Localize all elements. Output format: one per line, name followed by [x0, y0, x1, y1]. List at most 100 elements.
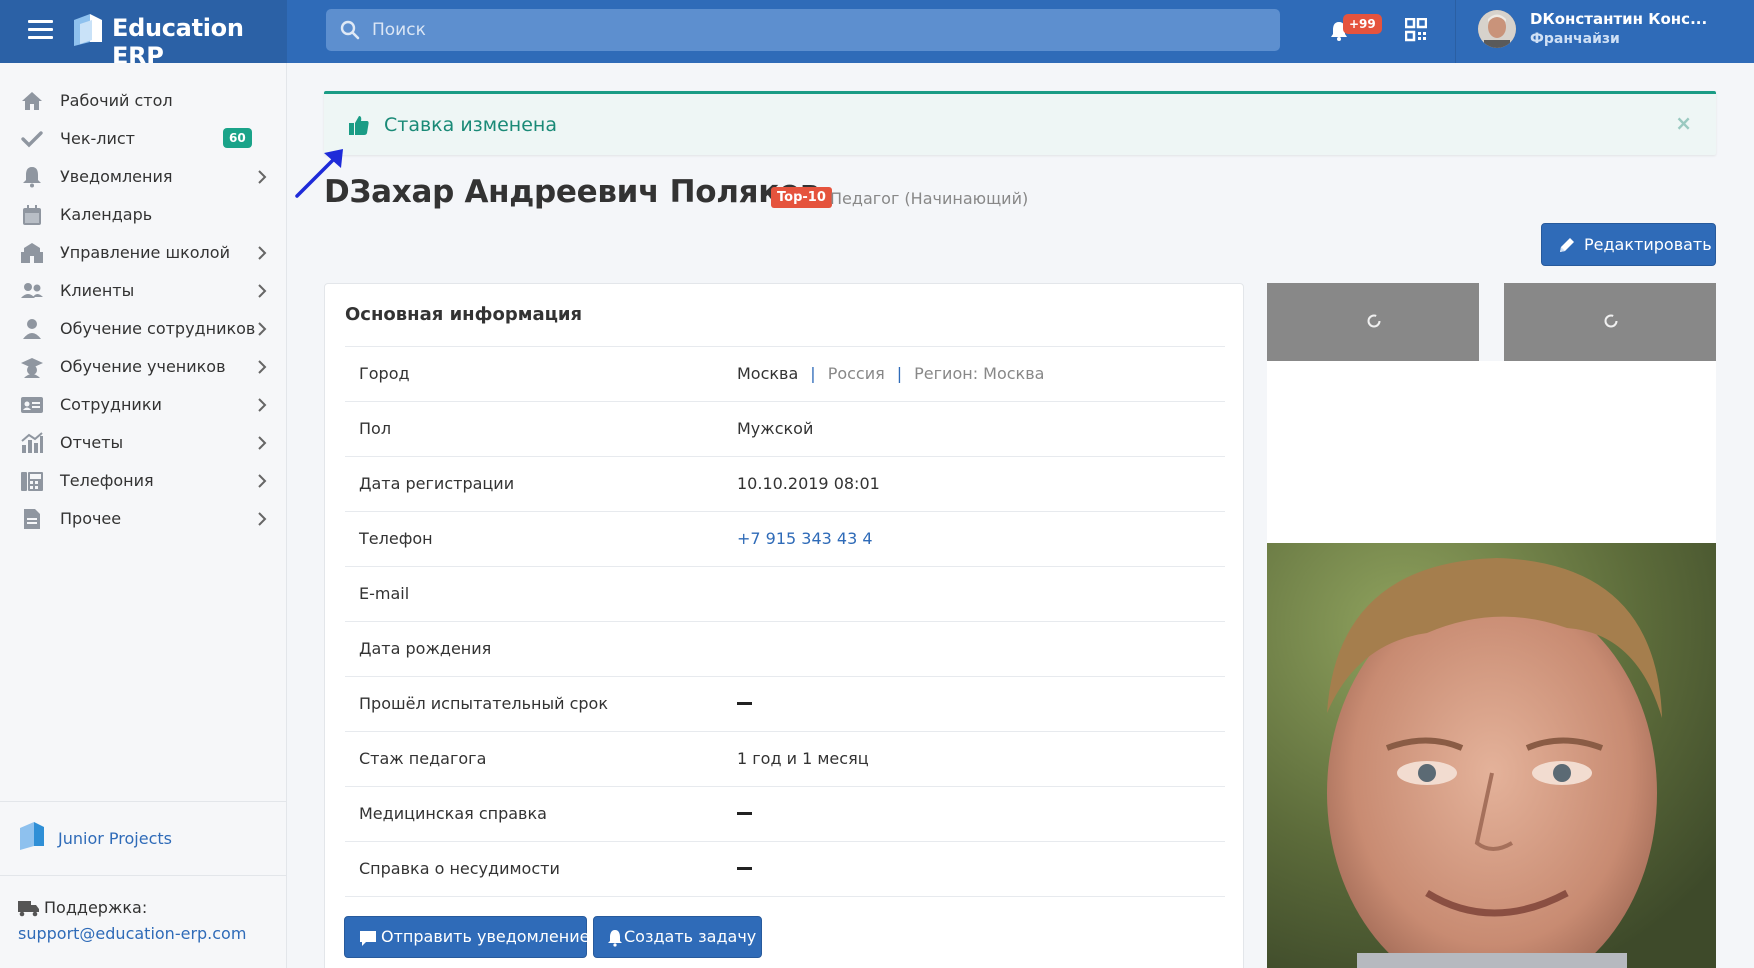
row-value: 1 год и 1 месяц: [737, 749, 869, 768]
info-row-gender: Пол Мужской: [345, 402, 1225, 457]
user-icon: [23, 319, 41, 339]
image-placeholder: [1267, 361, 1716, 543]
chevron-right-icon: [258, 322, 267, 336]
profile-photo-image: [1267, 543, 1716, 968]
qr-code-icon[interactable]: [1405, 18, 1427, 42]
sidebar-item-label: Телефония: [60, 471, 154, 490]
sidebar-item-telephony[interactable]: Телефония: [0, 462, 287, 500]
create-task-button[interactable]: Создать задачу: [593, 916, 762, 958]
thumbs-up-icon: [349, 116, 369, 135]
chevron-right-icon: [258, 246, 267, 260]
sidebar-item-calendar[interactable]: Календарь: [0, 196, 287, 234]
user-name[interactable]: DКонстантин Конс...: [1530, 10, 1707, 28]
sidebar-item-notifications[interactable]: Уведомления: [0, 158, 287, 196]
sidebar-item-clients[interactable]: Клиенты: [0, 272, 287, 310]
notifications-count-badge[interactable]: +99: [1343, 14, 1382, 34]
home-icon: [22, 92, 42, 110]
separator: |: [810, 364, 816, 383]
info-row-city: Город Москва | Россия | Регион: Москва: [345, 347, 1225, 402]
sidebar-item-label: Календарь: [60, 205, 153, 224]
dash-icon: [737, 867, 752, 870]
send-notification-label: Отправить уведомление: [381, 927, 590, 946]
user-role: Франчайзи: [1530, 31, 1620, 47]
check-icon: [21, 131, 43, 148]
dash-icon: [737, 812, 752, 815]
profile-photo: [1267, 543, 1716, 968]
sidebar-item-dashboard[interactable]: Рабочий стол: [0, 82, 287, 120]
alert-message: Ставка изменена: [384, 114, 557, 136]
row-label: Город: [359, 364, 410, 383]
edit-button[interactable]: Редактировать: [1541, 223, 1716, 266]
card-title: Основная информация: [345, 304, 583, 325]
info-row-probation: Прошёл испытательный срок: [345, 677, 1225, 732]
junior-projects-link[interactable]: Junior Projects: [58, 829, 172, 848]
sidebar-item-label: Чек-лист: [60, 129, 135, 148]
hamburger-menu-icon[interactable]: [28, 20, 53, 40]
chevron-right-icon: [258, 512, 267, 526]
sidebar-item-checklist[interactable]: Чек-лист 60: [0, 120, 287, 158]
sidebar-item-school-management[interactable]: Управление школой: [0, 234, 287, 272]
row-label: Медицинская справка: [359, 804, 547, 823]
chevron-right-icon: [258, 170, 267, 184]
person-role: Педагог (Начинающий): [830, 189, 1029, 208]
row-value: Мужской: [737, 419, 814, 438]
sidebar-item-label: Управление школой: [60, 243, 230, 262]
sidebar-item-other[interactable]: Прочее: [0, 500, 287, 538]
search-icon: [340, 20, 360, 40]
rank-badge: Top-10: [771, 187, 832, 208]
success-alert: Ставка изменена ×: [324, 91, 1716, 155]
row-label: Справка о несудимости: [359, 859, 560, 878]
truck-icon: [18, 901, 39, 917]
brand-area: Education ERP: [0, 0, 287, 70]
sidebar-item-label: Отчеты: [60, 433, 124, 452]
sidebar-item-reports[interactable]: Отчеты: [0, 424, 287, 462]
info-row-criminal-record: Справка о несудимости: [345, 842, 1225, 897]
row-value-empty: [737, 694, 752, 713]
user-avatar-image: [1478, 10, 1516, 48]
user-avatar[interactable]: [1478, 10, 1516, 48]
info-row-phone: Телефон +7 915 343 43 4: [345, 512, 1225, 567]
sidebar-item-label: Прочее: [60, 509, 122, 528]
row-label: Прошёл испытательный срок: [359, 694, 608, 713]
file-icon: [24, 509, 40, 529]
sidebar-item-staff-training[interactable]: Обучение сотрудников: [0, 310, 287, 348]
sidebar-item-label: Уведомления: [60, 167, 173, 186]
info-row-medical-certificate: Медицинская справка: [345, 787, 1225, 842]
checklist-count-badge: 60: [223, 128, 252, 148]
support-title: Поддержка:: [44, 898, 148, 917]
basic-info-card: Основная информация Город Москва | Россия |…: [324, 283, 1244, 968]
support-email-link[interactable]: support@education-erp.com: [18, 924, 246, 943]
row-label: Дата рождения: [359, 639, 492, 658]
comment-icon: [360, 931, 376, 946]
image-thumbnail-loading[interactable]: [1267, 283, 1479, 361]
send-notification-button[interactable]: Отправить уведомление: [344, 916, 590, 958]
calendar-icon: [23, 205, 41, 225]
row-value-empty: [737, 859, 752, 878]
row-value: 10.10.2019 08:01: [737, 474, 880, 493]
sidebar-item-label: Обучение учеников: [60, 357, 226, 376]
loading-spinner-icon: [1367, 314, 1381, 328]
dash-icon: [737, 702, 752, 705]
page-title: DЗахар Андреевич Поляков: [324, 174, 820, 210]
search-bar[interactable]: [326, 9, 1280, 51]
separator: |: [896, 364, 903, 383]
row-label: Стаж педагога: [359, 749, 487, 768]
alert-close-button[interactable]: ×: [1675, 111, 1692, 135]
info-row-experience: Стаж педагога 1 год и 1 месяц: [345, 732, 1225, 787]
region-value: Регион: Москва: [914, 364, 1045, 383]
row-value-empty: [737, 804, 752, 823]
row-label: Дата регистрации: [359, 474, 515, 493]
image-thumbnail-loading[interactable]: [1504, 283, 1716, 361]
sidebar-item-employees[interactable]: Сотрудники: [0, 386, 287, 424]
row-label: E-mail: [359, 584, 410, 603]
row-value-city: Москва | Россия | Регион: Москва: [737, 364, 1044, 383]
search-input[interactable]: [372, 9, 1262, 51]
phone-link[interactable]: +7 915 343 43 4: [737, 529, 873, 548]
sidebar-item-label: Обучение сотрудников: [60, 319, 256, 338]
app-title[interactable]: Education ERP: [112, 14, 287, 70]
info-row-birth-date: Дата рождения: [345, 622, 1225, 677]
pencil-icon: [1560, 238, 1574, 252]
loading-spinner-icon: [1604, 314, 1618, 328]
sidebar-item-student-training[interactable]: Обучение учеников: [0, 348, 287, 386]
city-value: Москва: [737, 364, 799, 383]
